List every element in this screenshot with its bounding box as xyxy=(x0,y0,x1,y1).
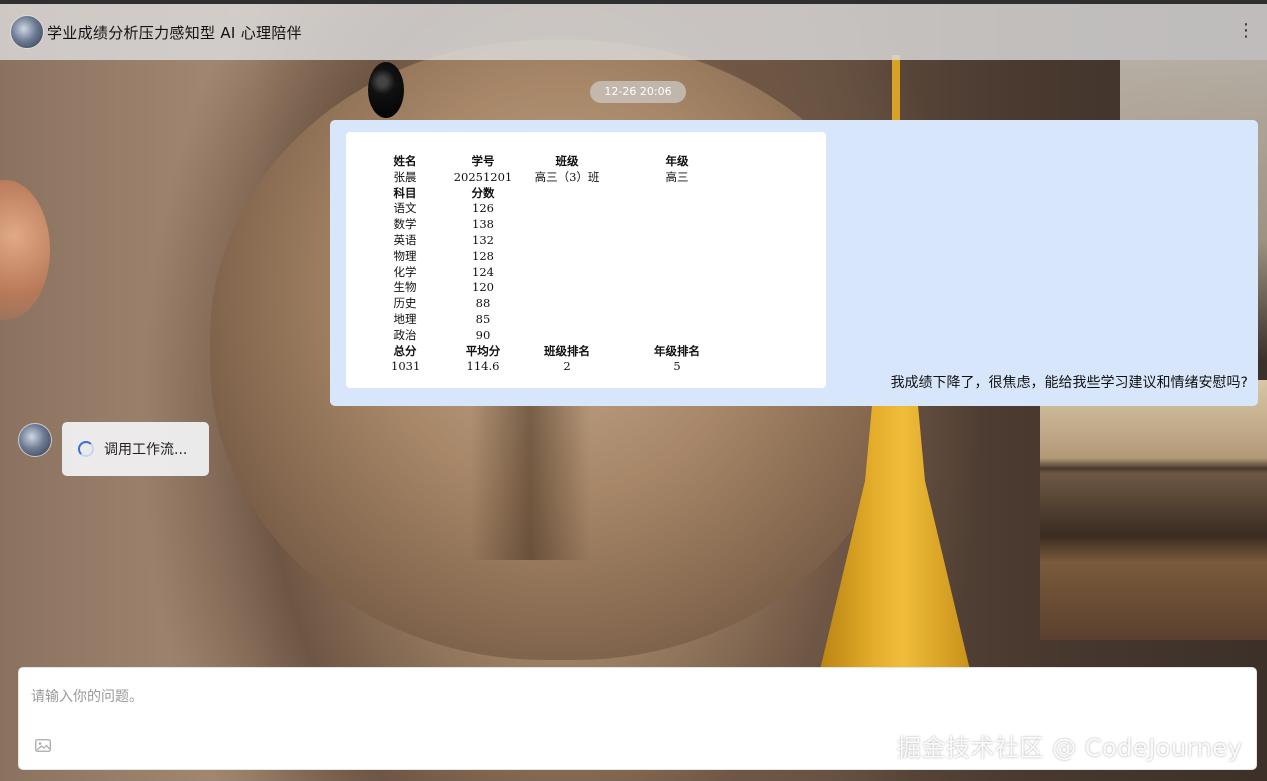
score-sheet-cell xyxy=(607,233,747,249)
bot-status-text: 调用工作流... xyxy=(104,442,188,458)
score-sheet-cell xyxy=(607,312,747,328)
score-sheet-cell: 2 xyxy=(563,359,571,374)
score-sheet-row: 语文 126 xyxy=(391,201,747,217)
score-sheet-cell xyxy=(527,280,607,296)
app-avatar xyxy=(10,15,44,49)
score-sheet-image[interactable]: 姓名 学号 班级 年级 张晨 20251201 高三（3）班 高三 科目 分数 语文 126 数学 138… xyxy=(346,132,826,388)
score-sheet-row: 化学 124 xyxy=(391,265,747,281)
score-sheet-cell: 生物 xyxy=(393,280,417,295)
score-sheet-cell xyxy=(527,217,607,233)
background-animal-mouth xyxy=(470,400,590,560)
score-sheet-cell: 班级排名 xyxy=(544,343,590,358)
score-sheet-row: 地理 85 xyxy=(391,312,747,328)
score-sheet-row: 英语 132 xyxy=(391,233,747,249)
score-sheet-row: 姓名 学号 班级 年级 xyxy=(391,154,747,170)
score-sheet-cell xyxy=(527,296,607,312)
score-sheet-cell: 姓名 xyxy=(393,154,417,168)
score-sheet-cell xyxy=(607,186,747,202)
background-books xyxy=(1040,380,1267,640)
background-hand xyxy=(0,180,50,320)
score-sheet-cell xyxy=(607,296,747,312)
score-sheet-row: 张晨 20251201 高三（3）班 高三 xyxy=(391,170,747,186)
score-sheet-cell: 班级 xyxy=(555,154,579,168)
score-sheet-cell: 历史 xyxy=(393,296,417,311)
score-sheet-cell: 总分 xyxy=(393,343,417,358)
score-sheet-cell xyxy=(607,265,747,281)
bot-message-bubble: 调用工作流... xyxy=(62,422,209,476)
score-sheet-cell: 化学 xyxy=(393,264,417,279)
loading-spinner-icon xyxy=(78,441,94,457)
app-header: 学业成绩分析压力感知型 AI 心理陪伴 ⋮ xyxy=(0,4,1267,60)
score-sheet-row: 1031 114.6 2 5 xyxy=(391,359,747,375)
image-upload-icon[interactable] xyxy=(35,739,51,752)
score-sheet-cell: 年级排名 xyxy=(654,343,700,358)
score-sheet-cell: 科目 xyxy=(393,185,417,200)
score-sheet-cell: 英语 xyxy=(393,232,417,247)
score-sheet-cell: 高三 xyxy=(665,169,689,184)
score-sheet-cell xyxy=(527,265,607,281)
app-title: 学业成绩分析压力感知型 AI 心理陪伴 xyxy=(47,23,302,42)
score-sheet-cell: 高三（3）班 xyxy=(534,169,600,184)
score-sheet-cell xyxy=(607,201,747,217)
bot-avatar xyxy=(18,423,52,457)
score-sheet-table: 姓名 学号 班级 年级 张晨 20251201 高三（3）班 高三 科目 分数 语文 126 数学 138… xyxy=(391,154,747,375)
more-options-icon[interactable]: ⋮ xyxy=(1237,22,1255,40)
score-sheet-row: 生物 120 xyxy=(391,280,747,296)
score-sheet-cell: 语文 xyxy=(393,201,417,216)
watermark-text: 掘金技术社区 @ CodeJourney xyxy=(897,734,1243,762)
score-sheet-cell xyxy=(527,249,607,265)
score-sheet-row: 历史 88 xyxy=(391,296,747,312)
score-sheet-cell: 政治 xyxy=(393,327,417,342)
score-sheet-cell xyxy=(527,328,607,344)
score-sheet-cell xyxy=(527,312,607,328)
score-sheet-cell xyxy=(607,280,747,296)
score-sheet-cell xyxy=(527,233,607,249)
score-sheet-cell: 1031 xyxy=(391,359,421,374)
score-sheet-row: 数学 138 xyxy=(391,217,747,233)
score-sheet-cell: 地理 xyxy=(393,311,417,326)
score-sheet-cell: 张晨 xyxy=(393,169,417,184)
score-sheet-cell xyxy=(607,249,747,265)
score-sheet-cell xyxy=(527,186,607,202)
score-sheet-cell: 物理 xyxy=(393,248,417,263)
message-timestamp: 12-26 20:06 xyxy=(590,81,686,103)
score-sheet-cell xyxy=(607,328,747,344)
score-sheet-cell xyxy=(527,201,607,217)
score-sheet-row: 政治 90 xyxy=(391,328,747,344)
score-sheet-row: 总分 平均分 班级排名 年级排名 xyxy=(391,344,747,360)
score-sheet-cell xyxy=(607,217,747,233)
score-sheet-cell: 数学 xyxy=(393,217,417,232)
background-animal-eye xyxy=(368,62,404,118)
question-input[interactable] xyxy=(29,684,1133,718)
score-sheet-row: 科目 分数 xyxy=(391,186,747,202)
user-message-text: 我成绩下降了，很焦虑，能给我些学习建议和情绪安慰吗? xyxy=(890,375,1248,391)
score-sheet-cell: 年级 xyxy=(665,154,689,168)
score-sheet-cell: 5 xyxy=(673,359,681,374)
score-sheet-row: 物理 128 xyxy=(391,249,747,265)
user-message-bubble: 姓名 学号 班级 年级 张晨 20251201 高三（3）班 高三 科目 分数 语文 126 数学 138… xyxy=(330,120,1258,406)
